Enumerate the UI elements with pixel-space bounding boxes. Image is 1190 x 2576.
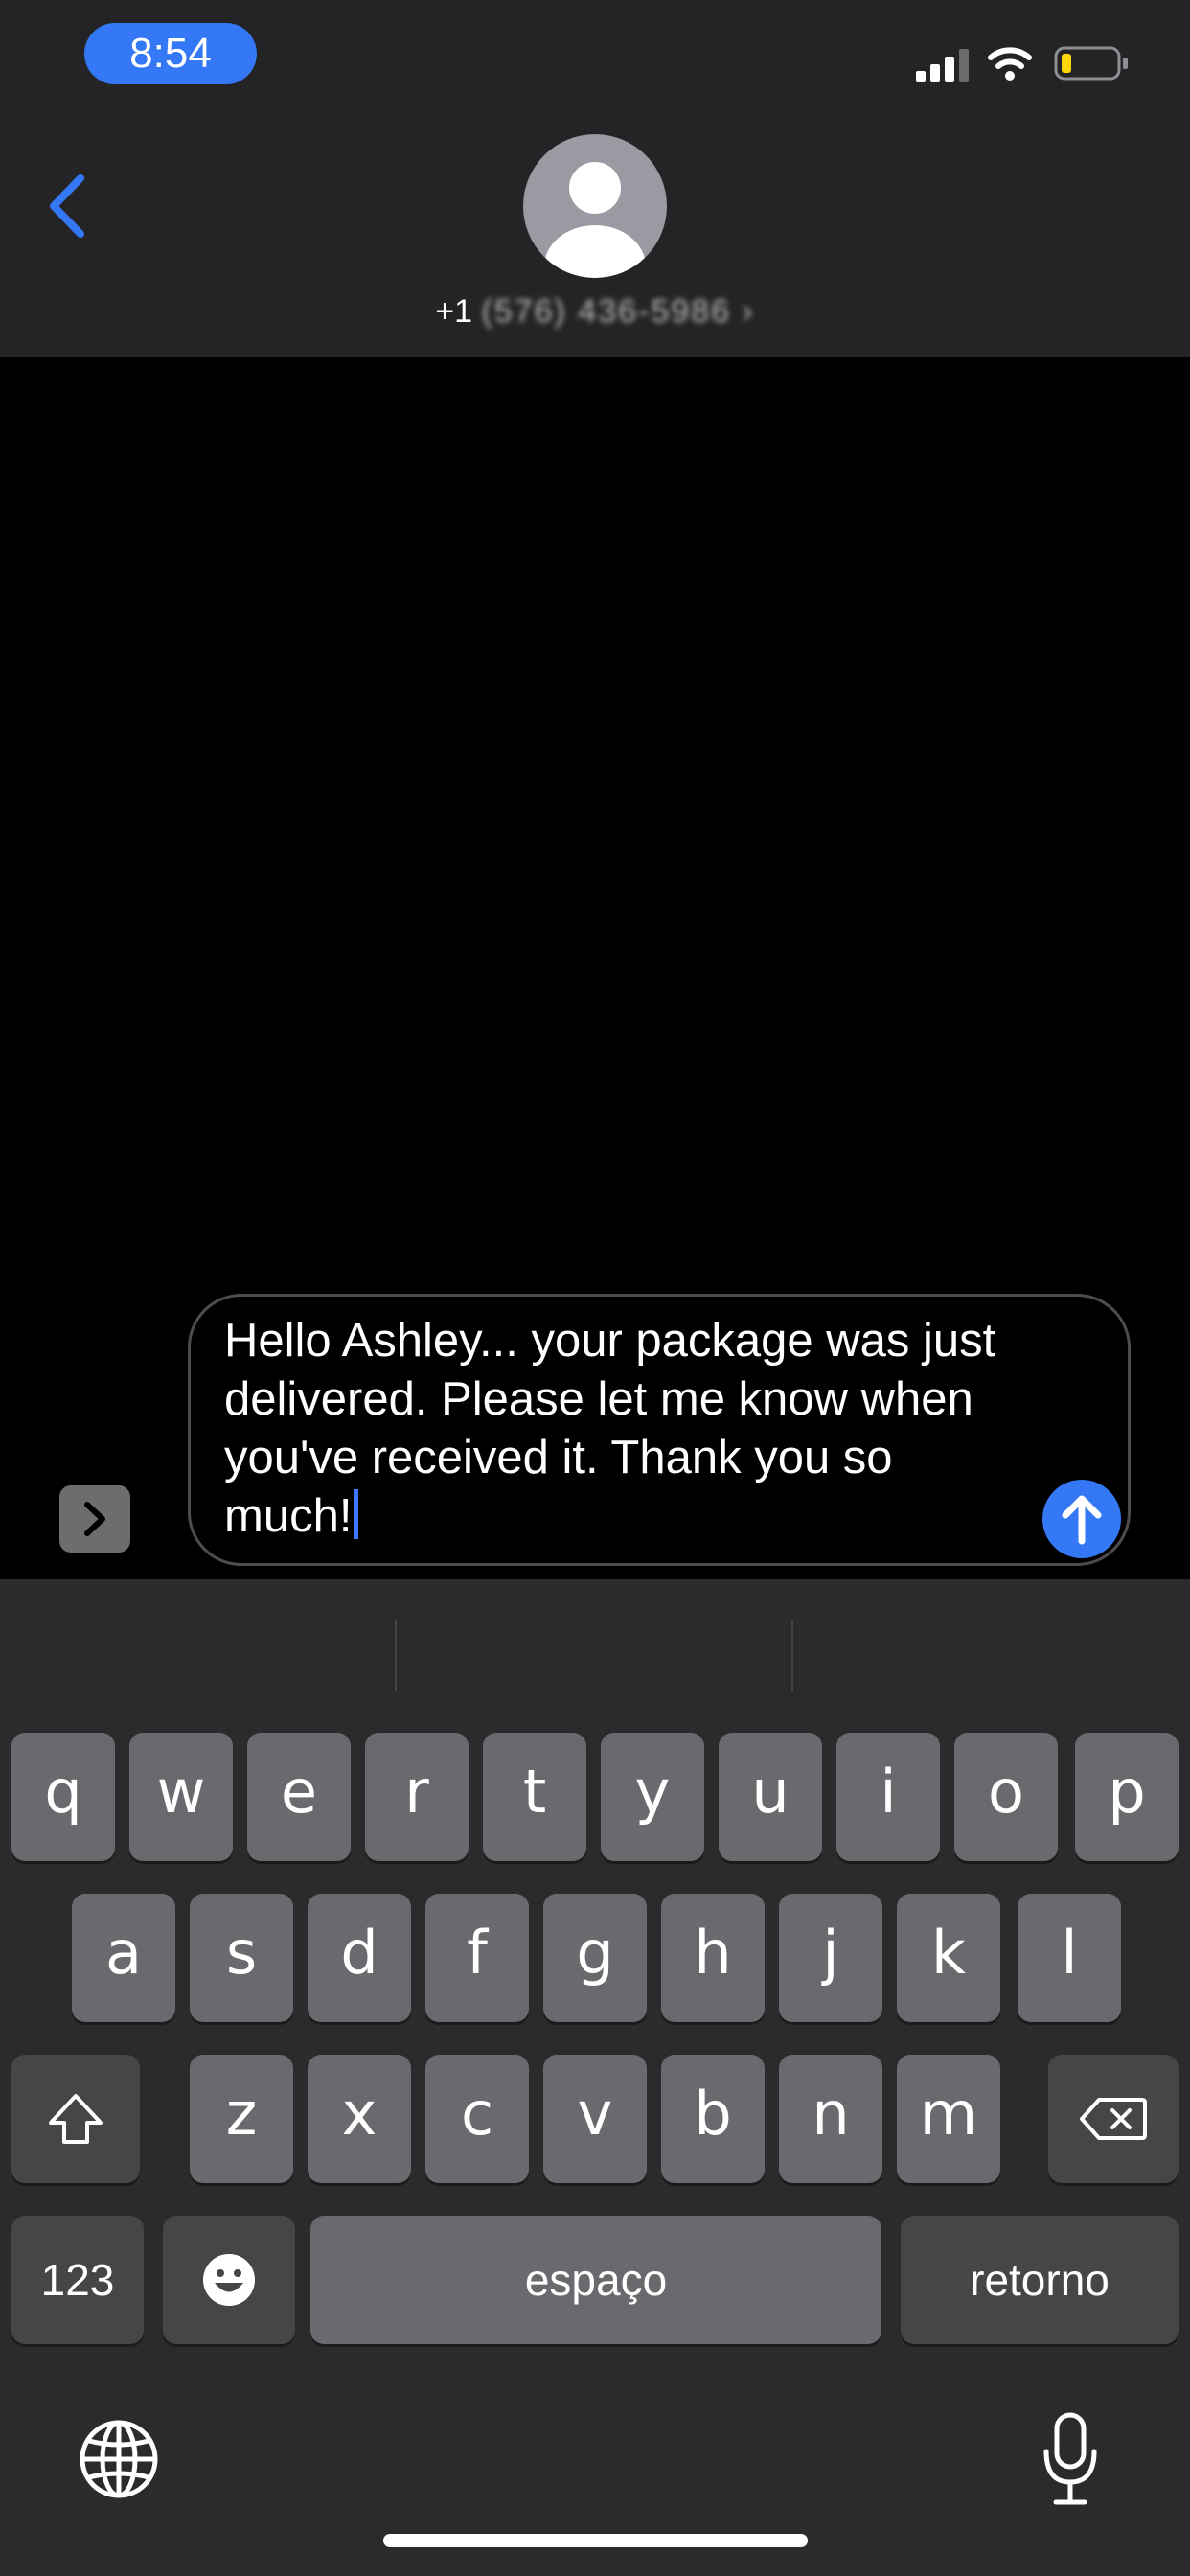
key-k[interactable]: k — [897, 1894, 1000, 2022]
emoji-key[interactable] — [163, 2216, 295, 2344]
shift-arrow-icon — [49, 2094, 103, 2144]
key-a[interactable]: a — [72, 1894, 175, 2022]
status-time[interactable]: 8:54 — [84, 23, 257, 84]
back-chevron-icon[interactable] — [44, 172, 92, 240]
key-s[interactable]: s — [190, 1894, 293, 2022]
key-b[interactable]: b — [661, 2055, 765, 2183]
key-d[interactable]: d — [308, 1894, 411, 2022]
space-key[interactable]: espaço — [310, 2216, 881, 2344]
text-cursor — [354, 1489, 359, 1539]
key-g[interactable]: g — [543, 1894, 647, 2022]
key-v[interactable]: v — [543, 2055, 647, 2183]
contact-avatar-icon[interactable] — [523, 134, 667, 278]
contact-number-obscured: (576) 436-5986 › — [481, 293, 755, 330]
key-q[interactable]: q — [11, 1733, 115, 1861]
cellular-signal-icon — [916, 49, 969, 82]
emoji-smiley-icon — [203, 2254, 255, 2306]
predictive-bar-divider — [395, 1620, 397, 1690]
key-f[interactable]: f — [425, 1894, 529, 2022]
key-l[interactable]: l — [1018, 1894, 1121, 2022]
key-w[interactable]: w — [129, 1733, 233, 1861]
key-x[interactable]: x — [308, 2055, 411, 2183]
chevron-right-icon — [84, 1502, 105, 1536]
return-key[interactable]: retorno — [901, 2216, 1179, 2344]
key-t[interactable]: t — [483, 1733, 586, 1861]
send-button[interactable] — [1042, 1480, 1121, 1558]
key-p[interactable]: p — [1075, 1733, 1179, 1861]
contact-prefix: +1 — [435, 293, 473, 330]
key-j[interactable]: j — [779, 1894, 882, 2022]
key-n[interactable]: n — [779, 2055, 882, 2183]
delete-key[interactable] — [1048, 2055, 1179, 2183]
key-h[interactable]: h — [661, 1894, 765, 2022]
key-y[interactable]: y — [601, 1733, 704, 1861]
key-z[interactable]: z — [190, 2055, 293, 2183]
message-input-text[interactable]: Hello Ashley... your package was just de… — [224, 1312, 1010, 1546]
key-r[interactable]: r — [365, 1733, 469, 1861]
home-indicator[interactable] — [383, 2534, 808, 2547]
key-m[interactable]: m — [897, 2055, 1000, 2183]
key-o[interactable]: o — [954, 1733, 1058, 1861]
numbers-key[interactable]: 123 — [11, 2216, 144, 2344]
key-c[interactable]: c — [425, 2055, 529, 2183]
delete-backspace-icon — [1080, 2098, 1147, 2140]
globe-icon[interactable] — [77, 2417, 161, 2501]
wifi-icon — [988, 47, 1032, 80]
shift-key[interactable] — [11, 2055, 140, 2183]
key-i[interactable]: i — [836, 1733, 940, 1861]
battery-low-icon — [1054, 46, 1128, 80]
contact-number[interactable]: +1 (576) 436-5986 › — [403, 288, 787, 335]
arrow-up-icon — [1062, 1495, 1102, 1545]
microphone-icon[interactable] — [1041, 2411, 1100, 2507]
apps-expand-button[interactable] — [59, 1485, 130, 1552]
key-e[interactable]: e — [247, 1733, 351, 1861]
predictive-bar-divider — [791, 1620, 793, 1690]
key-u[interactable]: u — [719, 1733, 822, 1861]
